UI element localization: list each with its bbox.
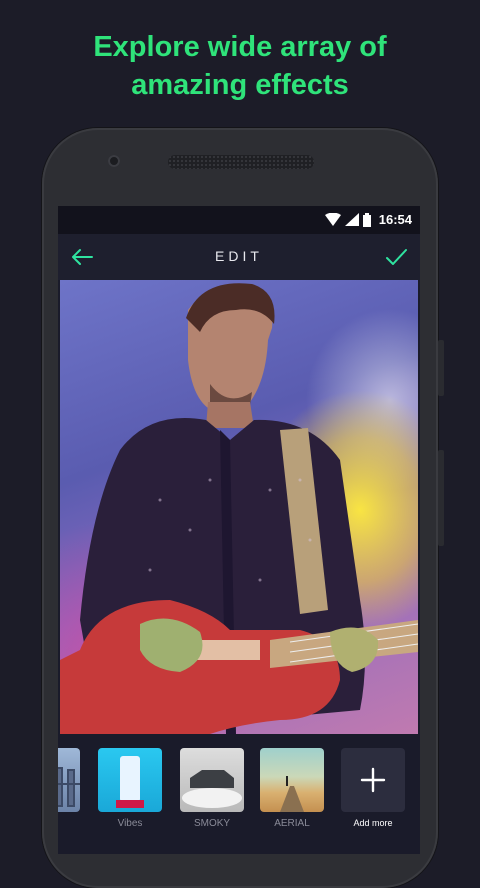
battery-icon xyxy=(362,212,371,227)
filter-label: SMOKY xyxy=(193,818,231,829)
status-time: 16:54 xyxy=(378,212,412,227)
add-more-label: Add more xyxy=(353,818,393,828)
signal-icon xyxy=(344,213,359,226)
promo-headline: Explore wide array of amazing effects xyxy=(0,28,480,104)
earpiece-speaker xyxy=(168,155,314,169)
photo-preview[interactable] xyxy=(60,280,418,734)
wifi-icon xyxy=(324,213,341,226)
headline-line-2: amazing effects xyxy=(131,69,349,101)
add-more-tile[interactable] xyxy=(341,748,405,812)
filter-label: AERIAL xyxy=(274,818,310,829)
phone-screen: 16:54 EDIT Vibes SMOKY AERIAL Add more xyxy=(58,206,420,854)
filter-item[interactable]: SMOKY xyxy=(180,748,244,829)
status-bar: 16:54 xyxy=(58,206,420,234)
filter-thumb-aerial xyxy=(260,748,324,812)
filter-item[interactable] xyxy=(58,748,80,818)
check-icon[interactable] xyxy=(384,246,408,268)
filter-label: Vibes xyxy=(117,818,143,829)
add-more-button[interactable]: Add more xyxy=(341,748,405,828)
app-bar: EDIT xyxy=(58,234,420,280)
plus-icon xyxy=(360,767,386,793)
filter-thumb-vibes xyxy=(98,748,162,812)
power-button xyxy=(438,450,444,546)
filter-item[interactable]: AERIAL xyxy=(260,748,324,829)
page-title: EDIT xyxy=(215,248,263,264)
filter-item[interactable]: Vibes xyxy=(98,748,162,829)
filter-thumb-smoky xyxy=(180,748,244,812)
headline-line-1: Explore wide array of xyxy=(93,31,387,63)
guitarist-photo xyxy=(60,283,418,734)
filter-strip[interactable]: Vibes SMOKY AERIAL Add more xyxy=(58,746,420,836)
front-camera xyxy=(108,155,120,167)
volume-button xyxy=(438,340,444,396)
filter-thumb-city xyxy=(58,748,80,812)
